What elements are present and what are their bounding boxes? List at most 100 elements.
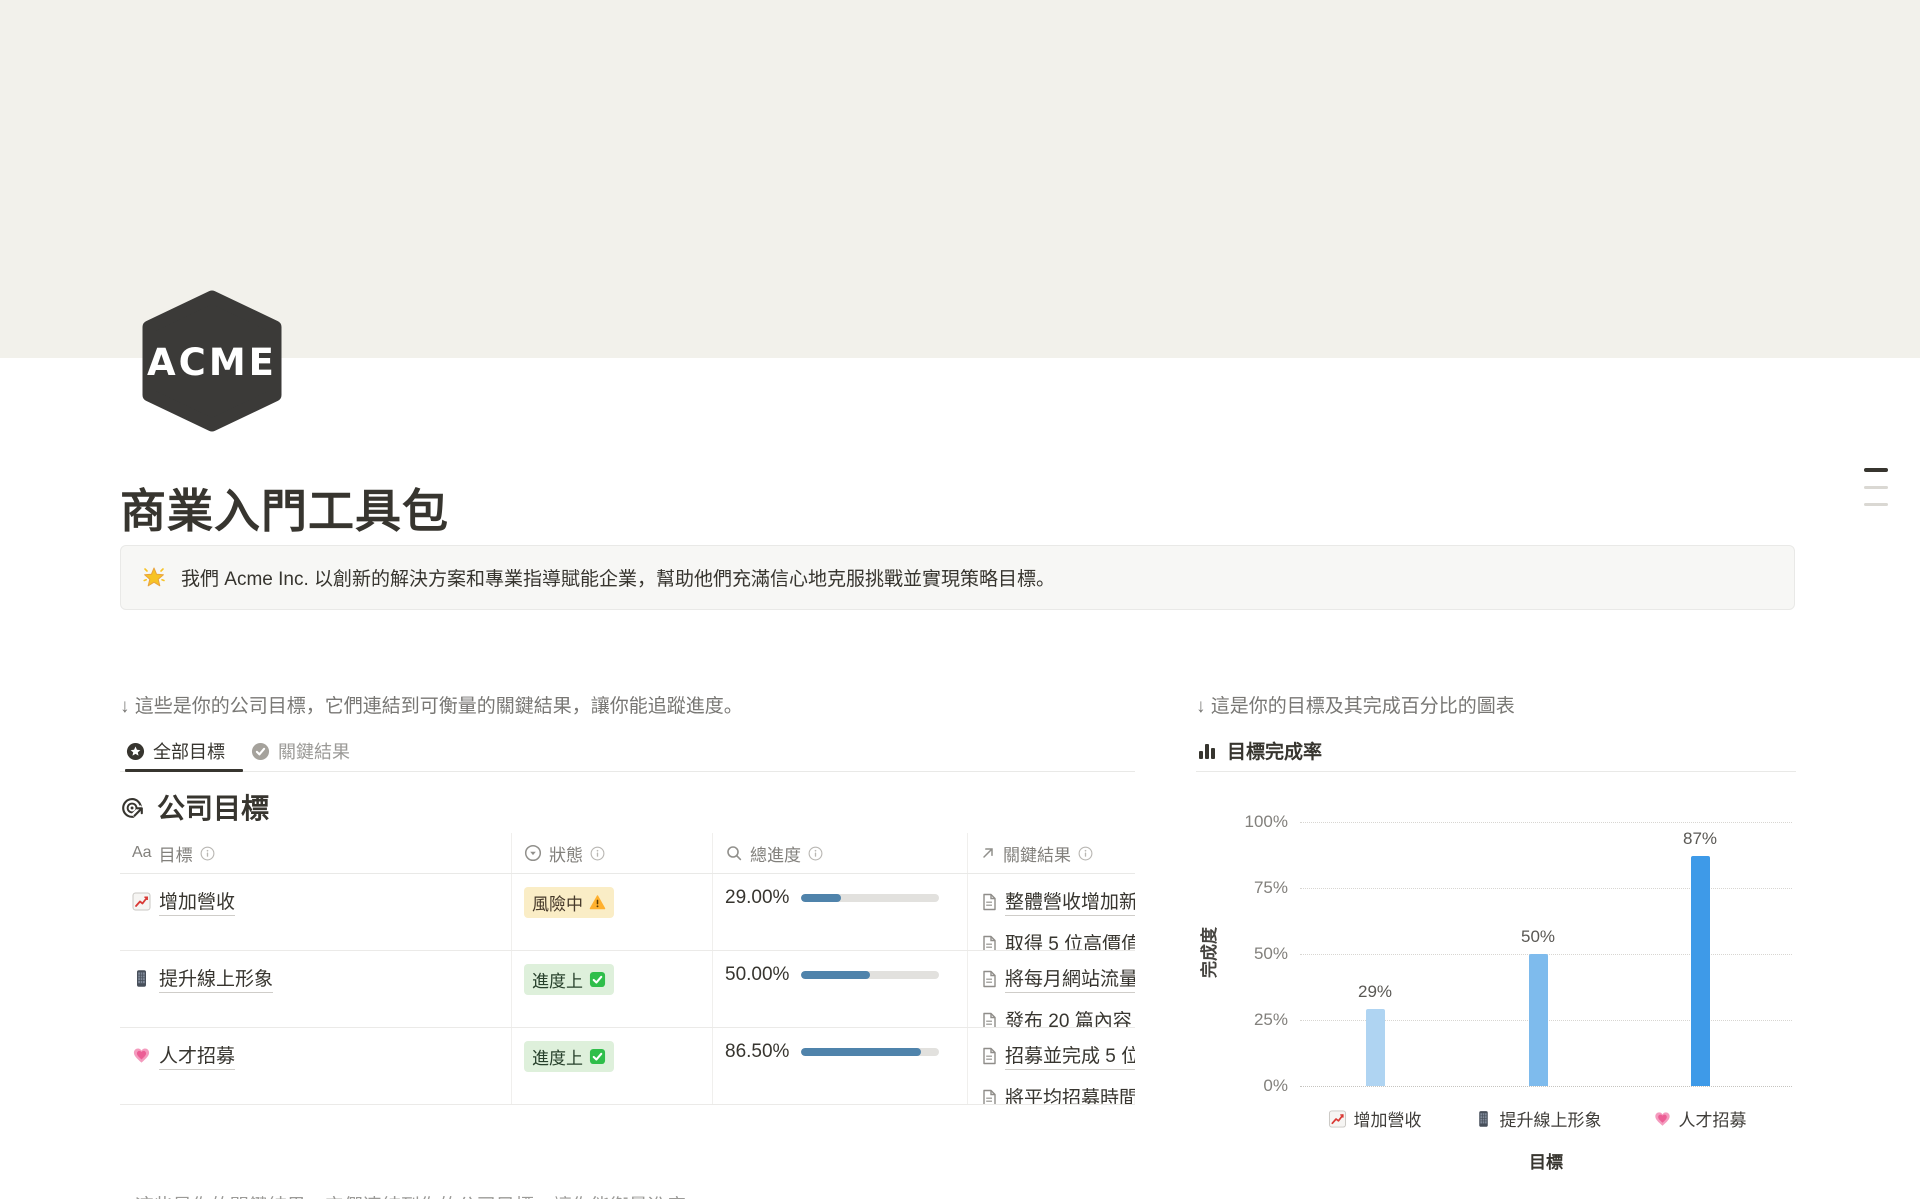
bar-group-online-presence: 50%: [1493, 927, 1583, 1086]
key-result-link[interactable]: 將每月網站流量: [980, 964, 1135, 993]
x-category-increase-revenue: 增加營收: [1329, 1106, 1422, 1131]
key-result-title: 招募並完成 5 位: [1005, 1041, 1135, 1070]
goal-title: 提升線上形象: [159, 964, 273, 993]
status-badge-on-track[interactable]: 進度上: [524, 1041, 614, 1072]
check-circle-icon: [251, 742, 270, 761]
progress-value: 50.00%: [725, 964, 789, 986]
bar-online-presence: [1529, 954, 1548, 1086]
key-result-title: 整體營收增加新: [1005, 887, 1135, 916]
x-category-online-presence: 提升線上形象: [1475, 1106, 1602, 1131]
chart-increasing-emoji: [132, 892, 151, 911]
check-mark-emoji: [589, 971, 606, 988]
page-icon: [980, 1089, 998, 1105]
y-tick: 25%: [1208, 1010, 1288, 1030]
tab-key-results[interactable]: 關鍵結果: [251, 731, 350, 771]
notion-page: ACME 商業入門工具包 我們 Acme Inc. 以創新的解決方案和專業指導賦…: [0, 0, 1920, 1199]
bar-group-talent-recruiting: 87%: [1655, 829, 1745, 1086]
table-header-row: Aa 目標 狀態 總進度 關鍵結果: [120, 833, 1135, 874]
key-result-title: 將每月網站流量: [1005, 964, 1135, 993]
y-tick: 100%: [1208, 812, 1288, 832]
company-goals-table: Aa 目標 狀態 總進度 關鍵結果: [120, 833, 1135, 1105]
column-header-key-results[interactable]: 關鍵結果: [967, 833, 1135, 873]
y-tick: 50%: [1208, 944, 1288, 964]
progress-value: 86.50%: [725, 1041, 789, 1063]
gridline-100: [1300, 822, 1792, 823]
page-icon-acme-logo[interactable]: ACME: [140, 290, 284, 432]
status-label: 風險中: [532, 890, 583, 915]
search-icon: [725, 844, 743, 862]
status-badge-at-risk[interactable]: 風險中: [524, 887, 614, 918]
acme-hexagon-icon: ACME: [140, 290, 284, 432]
table-of-contents-indicator[interactable]: [1864, 468, 1888, 506]
key-result-link[interactable]: 取得 5 位高價值: [980, 929, 1135, 950]
key-result-link[interactable]: 招募並完成 5 位: [980, 1041, 1135, 1070]
cover-image[interactable]: [0, 0, 1920, 358]
progress-bar: [801, 894, 939, 902]
tab-label: 關鍵結果: [278, 738, 350, 764]
page-icon: [980, 1047, 998, 1065]
key-result-title: 發布 20 篇內容: [1005, 1006, 1132, 1027]
mobile-phone-emoji: [1475, 1110, 1493, 1128]
goal-link-talent-recruiting[interactable]: 人才招募: [132, 1041, 511, 1070]
toc-line[interactable]: [1864, 468, 1888, 472]
table-row: 提升線上形象 進度上 50.00% 將每月網站流量: [120, 951, 1135, 1028]
toc-line[interactable]: [1864, 503, 1888, 506]
callout-block: 我們 Acme Inc. 以創新的解決方案和專業指導賦能企業，幫助他們充滿信心地…: [120, 545, 1795, 610]
status-badge-on-track[interactable]: 進度上: [524, 964, 614, 995]
status-label: 進度上: [532, 1044, 583, 1069]
info-icon: [590, 846, 605, 861]
goal-title: 人才招募: [159, 1041, 235, 1070]
page-icon: [980, 935, 998, 951]
y-tick: 75%: [1208, 878, 1288, 898]
active-tab-underline: [125, 769, 243, 772]
key-result-link[interactable]: 整體營收增加新: [980, 887, 1135, 916]
toc-line[interactable]: [1864, 486, 1888, 489]
column-header-progress[interactable]: 總進度: [712, 833, 967, 873]
logo-text: ACME: [147, 341, 277, 384]
left-instruction-text: ↓ 這些是你的公司目標，它們連結到可衡量的關鍵結果，讓你能追蹤進度。: [120, 691, 743, 718]
table-row: 增加營收 風險中 29.00% 整體營收增加新: [120, 874, 1135, 951]
page-icon: [980, 1012, 998, 1028]
progress-bar: [801, 971, 939, 979]
tab-label: 全部目標: [153, 738, 225, 764]
target-dart-icon: [120, 794, 147, 821]
status-label: 進度上: [532, 967, 583, 992]
page-title[interactable]: 商業入門工具包: [120, 475, 449, 541]
info-icon: [808, 846, 823, 861]
check-mark-emoji: [589, 1048, 606, 1065]
key-result-link[interactable]: 將平均招募時間: [980, 1083, 1135, 1104]
goal-title: 增加營收: [159, 887, 235, 916]
progress-cell: 29.00%: [725, 887, 967, 909]
column-header-goal[interactable]: Aa 目標: [120, 833, 511, 873]
mobile-phone-emoji: [132, 969, 151, 988]
title-property-icon: Aa: [132, 844, 152, 862]
column-label: 目標: [159, 841, 193, 866]
y-tick: 0%: [1208, 1076, 1288, 1096]
progress-cell: 86.50%: [725, 1041, 967, 1063]
column-header-status[interactable]: 狀態: [511, 833, 712, 873]
page-icon: [980, 970, 998, 988]
tab-all-goals[interactable]: 全部目標: [126, 731, 225, 771]
callout-text: 我們 Acme Inc. 以創新的解決方案和專業指導賦能企業，幫助他們充滿信心地…: [181, 564, 1055, 591]
chart-plot-area: 29% 50% 87%: [1300, 822, 1792, 1086]
bar-value-label: 50%: [1521, 927, 1555, 947]
clipped-bottom-text: ↓ 這些是你的關鍵結果，它們連結到你的公司目標，讓你能衡量進度。: [120, 1191, 1220, 1199]
goal-link-increase-revenue[interactable]: 增加營收: [132, 887, 511, 916]
progress-cell: 50.00%: [725, 964, 967, 986]
key-result-link[interactable]: 發布 20 篇內容: [980, 1006, 1135, 1027]
goal-link-online-presence[interactable]: 提升線上形象: [132, 964, 511, 993]
column-label: 狀態: [549, 841, 583, 866]
column-label: 總進度: [750, 841, 801, 866]
right-instruction-text: ↓ 這是你的目標及其完成百分比的圖表: [1196, 691, 1515, 718]
table-row: 人才招募 進度上 86.50% 招募並完成 5 位: [120, 1028, 1135, 1105]
section-heading-text: 公司目標: [157, 787, 269, 827]
goal-completion-chart: 完成度 100% 75% 50% 25% 0% 29% 50% 87%: [1196, 730, 1800, 1199]
relation-icon: [980, 845, 996, 861]
bar-value-label: 29%: [1358, 982, 1392, 1002]
key-result-title: 將平均招募時間: [1005, 1083, 1135, 1104]
category-label: 增加營收: [1354, 1106, 1422, 1131]
progress-value: 29.00%: [725, 887, 789, 909]
info-icon: [200, 846, 215, 861]
bar-group-increase-revenue: 29%: [1330, 982, 1420, 1086]
glowing-star-icon: [141, 565, 167, 591]
